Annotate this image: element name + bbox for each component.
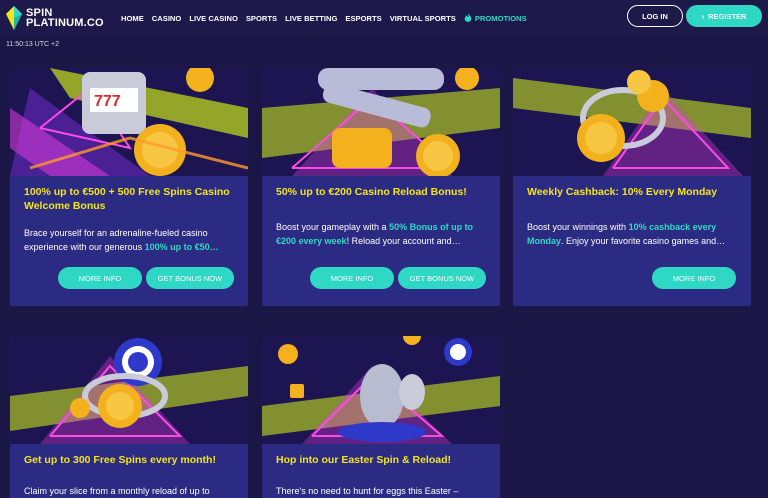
server-clock: 11:50:13 UTC +2 [6, 41, 59, 48]
main-nav: HOME CASINO LIVE CASINO SPORTS LIVE BETT… [121, 13, 535, 23]
top-navigation-bar: SPIN PLATINUM.CO HOME CASINO LIVE CASINO… [0, 0, 768, 36]
promo-card-reload-bonus: 50% up to €200 Casino Reload Bonus! Boos… [262, 68, 500, 306]
card-description: Boost your winnings with 10% cashback ev… [527, 220, 739, 248]
get-bonus-button[interactable]: GET BONUS NOW [146, 267, 234, 289]
logo-diamond-icon [6, 6, 22, 30]
desc-text: There's no need to hunt for eggs this Ea… [276, 486, 459, 496]
card-title: 50% up to €200 Casino Reload Bonus! [276, 186, 467, 198]
logo-text: SPIN PLATINUM.CO [26, 8, 104, 29]
card-description: Claim your slice from a monthly reload o… [24, 484, 236, 498]
more-info-button[interactable]: MORE INFO [58, 267, 142, 289]
nav-home[interactable]: HOME [121, 14, 144, 23]
nav-promotions[interactable]: PROMOTIONS [464, 13, 527, 23]
promo-card-easter: Hop into our Easter Spin & Reload! There… [262, 336, 500, 498]
desc-text: Boost your winnings with [527, 222, 629, 232]
nav-virtual-sports[interactable]: VIRTUAL SPORTS [390, 14, 456, 23]
easter-eggs-image [262, 336, 500, 444]
card-description: Boost your gameplay with a 50% Bonus of … [276, 220, 488, 248]
get-bonus-button[interactable]: GET BONUS NOW [398, 267, 486, 289]
card-description: Brace yourself for an adrenaline-fueled … [24, 226, 236, 254]
card-description: There's no need to hunt for eggs this Ea… [276, 484, 488, 498]
nav-promotions-label: PROMOTIONS [474, 13, 527, 23]
desc-text-end: . Enjoy your favorite casino games and… [561, 236, 726, 246]
cashback-coins-image [513, 68, 751, 176]
nav-live-casino[interactable]: LIVE CASINO [189, 14, 238, 23]
register-button[interactable]: › REGISTER [686, 5, 762, 27]
card-title: Weekly Cashback: 10% Every Monday [527, 186, 718, 198]
promo-card-welcome-bonus: 777 100% up to €500 + 500 Free Spins Cas… [10, 68, 248, 306]
nav-sports[interactable]: SPORTS [246, 14, 277, 23]
desc-text: Claim your slice from a monthly reload o… [24, 486, 210, 496]
more-info-button[interactable]: MORE INFO [652, 267, 736, 289]
desc-highlight: 100% up to €50… [144, 242, 219, 252]
card-title: 100% up to €500 + 500 Free Spins Casino … [24, 186, 230, 212]
nav-casino[interactable]: CASINO [152, 14, 182, 23]
card-title: Hop into our Easter Spin & Reload! [276, 454, 452, 466]
nav-live-betting[interactable]: LIVE BETTING [285, 14, 337, 23]
flame-icon [464, 13, 472, 22]
slot-machine-image: 777 [10, 68, 248, 176]
desc-text: Boost your gameplay with a [276, 222, 390, 232]
more-info-button[interactable]: MORE INFO [310, 267, 394, 289]
promo-card-free-spins: Get up to 300 Free Spins every month! Cl… [10, 336, 248, 498]
card-title: Get up to 300 Free Spins every month! [24, 454, 216, 466]
poker-chip-image [10, 336, 248, 444]
nav-esports[interactable]: ESPORTS [345, 14, 381, 23]
slot-reels-image [262, 68, 500, 176]
login-button[interactable]: LOG IN [627, 5, 683, 27]
svg-text:777: 777 [94, 93, 121, 110]
chevron-right-icon: › [701, 11, 705, 21]
logo[interactable]: SPIN PLATINUM.CO [6, 6, 118, 30]
desc-text-end: ! Reload your account and… [346, 236, 461, 246]
register-label: REGISTER [708, 11, 747, 21]
promo-card-weekly-cashback: Weekly Cashback: 10% Every Monday Boost … [513, 68, 751, 306]
logo-line-2: PLATINUM.CO [26, 17, 104, 29]
